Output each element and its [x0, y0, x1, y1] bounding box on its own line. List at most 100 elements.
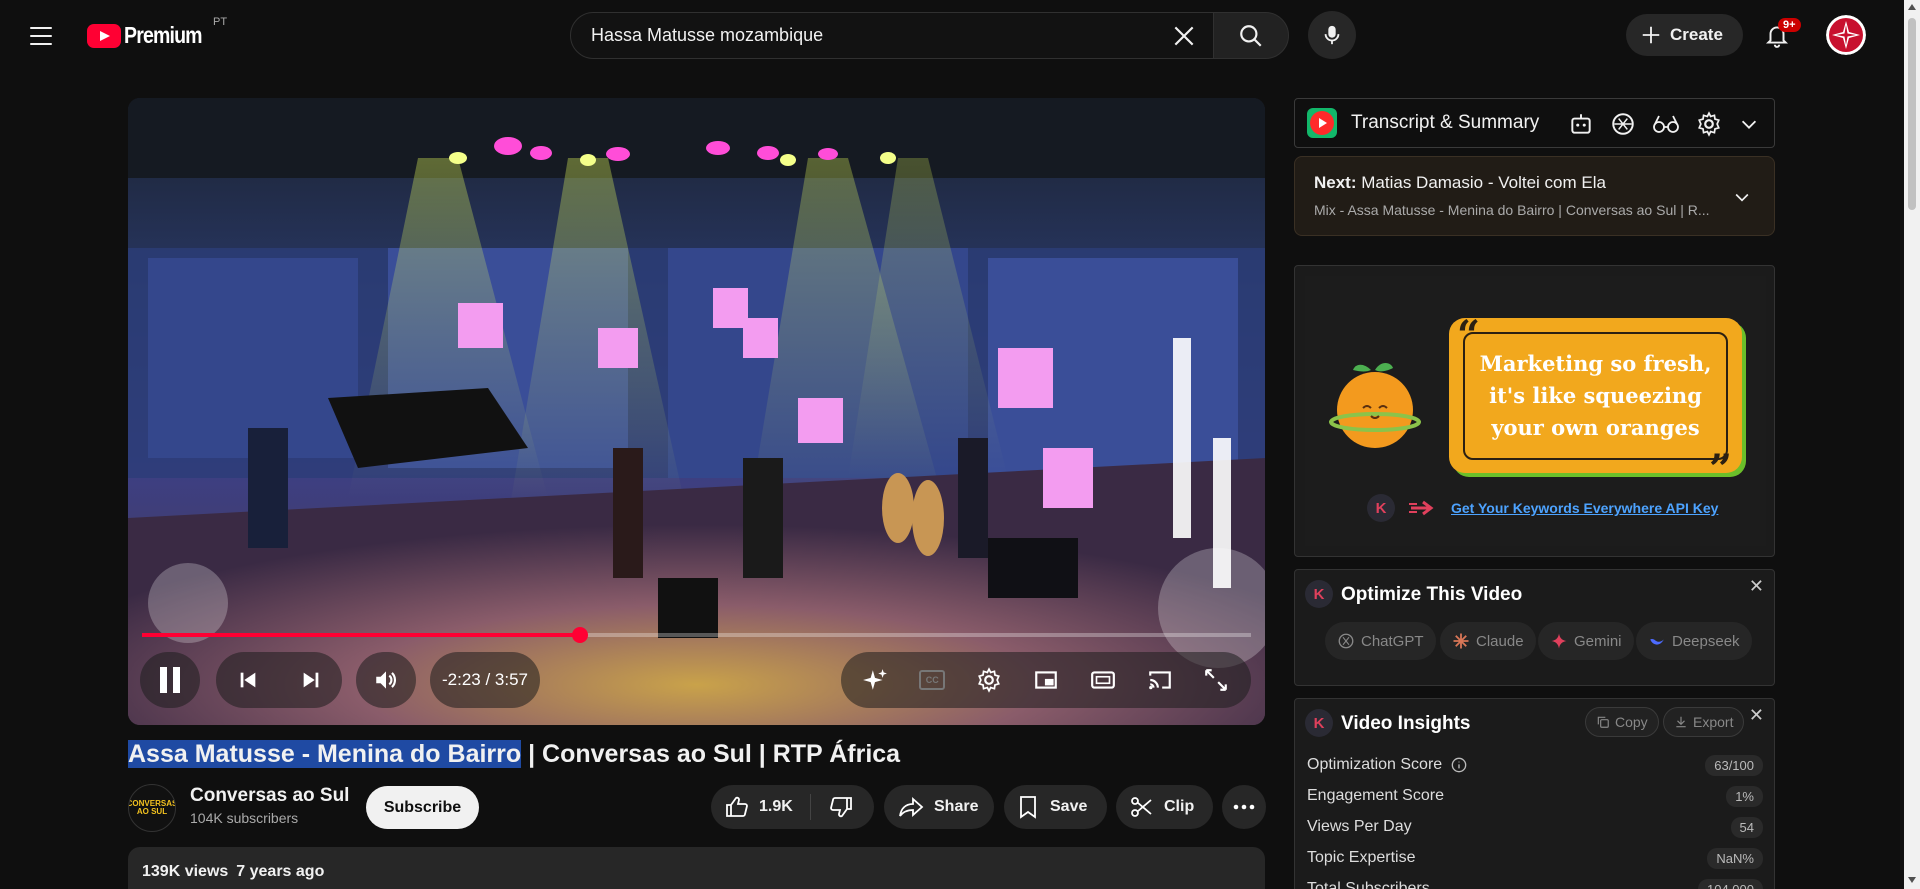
like-dislike-group: 1.9K [711, 785, 874, 829]
menu-icon[interactable] [30, 21, 60, 51]
fullscreen-icon[interactable] [1203, 667, 1229, 693]
progress-played [142, 633, 581, 637]
insight-row-topic-expertise: Topic Expertise NaN% [1307, 844, 1763, 872]
microphone-icon [1324, 25, 1340, 45]
insights-close-button[interactable]: ✕ [1749, 705, 1764, 726]
volume-button[interactable] [356, 652, 416, 708]
page-scrollbar[interactable] [1904, 0, 1920, 889]
scroll-down-arrow[interactable] [1908, 877, 1916, 883]
like-button[interactable]: 1.9K [711, 794, 811, 820]
theater-mode-icon[interactable] [1090, 667, 1116, 693]
video-title: Assa Matusse - Menina do Bairro | Conver… [128, 740, 900, 769]
keywords-everywhere-logo: K [1305, 709, 1333, 737]
save-button[interactable]: Save [1004, 785, 1107, 829]
channel-name[interactable]: Conversas ao Sul [190, 785, 349, 807]
progress-bar[interactable] [142, 627, 1251, 643]
chatgpt-icon[interactable] [1610, 111, 1636, 137]
account-avatar[interactable] [1826, 15, 1866, 55]
upload-age: 7 years ago [236, 863, 325, 880]
notification-badge: 9+ [1778, 18, 1801, 32]
ad-link-row: K Get Your Keywords Everywhere API Key [1367, 494, 1718, 522]
cast-icon[interactable] [1147, 667, 1173, 693]
robot-icon[interactable] [1568, 111, 1594, 137]
time-display: -2:23 / 3:57 [441, 670, 528, 689]
chevron-down-icon[interactable] [1738, 111, 1760, 137]
scissors-icon [1131, 797, 1152, 817]
transcript-logo-icon [1307, 108, 1337, 138]
settings-gear-icon[interactable] [976, 667, 1002, 693]
up-next-card[interactable]: Next: Matias Damasio - Voltei com Ela Mi… [1294, 156, 1775, 236]
logo-text: Premium [124, 22, 203, 48]
insight-row-optimization: Optimization Score 63/100 [1307, 751, 1763, 779]
video-player[interactable]: -2:23 / 3:57 CC [128, 98, 1265, 725]
pause-button[interactable] [140, 652, 200, 708]
claude-icon [1453, 633, 1469, 649]
share-label: Share [934, 798, 979, 815]
search-button[interactable] [1213, 12, 1289, 59]
search-input[interactable] [571, 25, 1151, 46]
scroll-up-arrow[interactable] [1908, 4, 1916, 10]
export-button[interactable]: Export [1663, 707, 1745, 737]
scrollbar-thumb[interactable] [1908, 18, 1916, 210]
gemini-chip[interactable]: Gemini [1538, 622, 1634, 660]
subscribe-button[interactable]: Subscribe [366, 786, 479, 829]
settings-icon[interactable] [1696, 111, 1722, 137]
insight-label: Engagement Score [1307, 787, 1444, 804]
thumbs-up-icon [726, 796, 748, 817]
share-icon [899, 796, 924, 818]
export-label: Export [1693, 714, 1734, 730]
keywords-everywhere-logo: K [1367, 494, 1395, 522]
youtube-premium-logo[interactable]: Premium [87, 22, 215, 49]
clear-search-icon[interactable] [1171, 23, 1197, 49]
ad-quote-text: Marketing so fresh, it's like squeezing … [1479, 350, 1712, 440]
voice-search-button[interactable] [1308, 11, 1356, 59]
insight-label: Total Subscribers [1307, 880, 1430, 889]
optimize-close-button[interactable]: ✕ [1749, 576, 1764, 597]
chatgpt-icon [1338, 633, 1354, 649]
insight-row-total-subscribers: Total Subscribers 104,000 [1307, 875, 1763, 889]
clip-button[interactable]: Clip [1116, 785, 1213, 829]
notifications-button[interactable]: 9+ [1758, 16, 1801, 54]
chatgpt-chip[interactable]: ChatGPT [1325, 622, 1436, 660]
claude-chip[interactable]: Claude [1440, 622, 1536, 660]
insight-value: NaN% [1707, 847, 1763, 869]
insight-value: 63/100 [1705, 754, 1763, 776]
insight-value: 104,000 [1698, 878, 1763, 889]
copy-label: Copy [1615, 714, 1648, 730]
previous-icon[interactable] [237, 669, 259, 691]
create-button[interactable]: Create [1626, 14, 1743, 56]
ad-inner: “ Marketing so fresh, it's like squeezin… [1305, 276, 1766, 546]
description-box[interactable]: 139K views 7 years ago [128, 847, 1265, 889]
youtube-play-icon [87, 23, 121, 48]
up-next-subtitle: Mix - Assa Matusse - Menina do Bairro | … [1314, 202, 1710, 218]
insight-row-views-per-day: Views Per Day 54 [1307, 813, 1763, 841]
transcript-icons [1568, 111, 1760, 137]
transcript-title: Transcript & Summary [1351, 112, 1540, 133]
progress-scrubber[interactable] [572, 627, 589, 643]
deepseek-chip[interactable]: Deepseek [1636, 622, 1752, 660]
insight-label: Optimization Score [1307, 756, 1467, 774]
search-box [570, 12, 1214, 59]
api-key-link[interactable]: Get Your Keywords Everywhere API Key [1451, 500, 1718, 516]
dislike-button[interactable] [811, 795, 871, 819]
expand-chevron-icon[interactable] [1732, 187, 1752, 207]
up-next-prefix: Next: [1314, 173, 1357, 192]
video-title-rest: | Conversas ao Sul | RTP África [521, 740, 901, 768]
video-frame [128, 98, 1265, 725]
miniplayer-icon[interactable] [1033, 667, 1059, 693]
ai-sparkle-icon[interactable] [862, 667, 888, 693]
ad-quote-box: “ Marketing so fresh, it's like squeezin… [1449, 312, 1742, 493]
transcript-summary-bar[interactable]: Transcript & Summary [1294, 98, 1775, 148]
more-actions-button[interactable] [1222, 785, 1266, 829]
volume-icon [376, 671, 396, 689]
channel-avatar[interactable]: CONVERSAS AO SUL [128, 784, 176, 832]
info-icon[interactable] [1451, 757, 1467, 773]
copy-button[interactable]: Copy [1585, 707, 1659, 737]
next-icon[interactable] [300, 669, 322, 691]
video-insights-panel: K Video Insights Copy Export ✕ Optimizat… [1294, 698, 1775, 889]
captions-button[interactable]: CC [919, 670, 946, 690]
share-button[interactable]: Share [884, 785, 994, 829]
gemini-label: Gemini [1574, 632, 1622, 650]
create-label: Create [1670, 25, 1723, 44]
glasses-icon[interactable] [1652, 111, 1680, 137]
